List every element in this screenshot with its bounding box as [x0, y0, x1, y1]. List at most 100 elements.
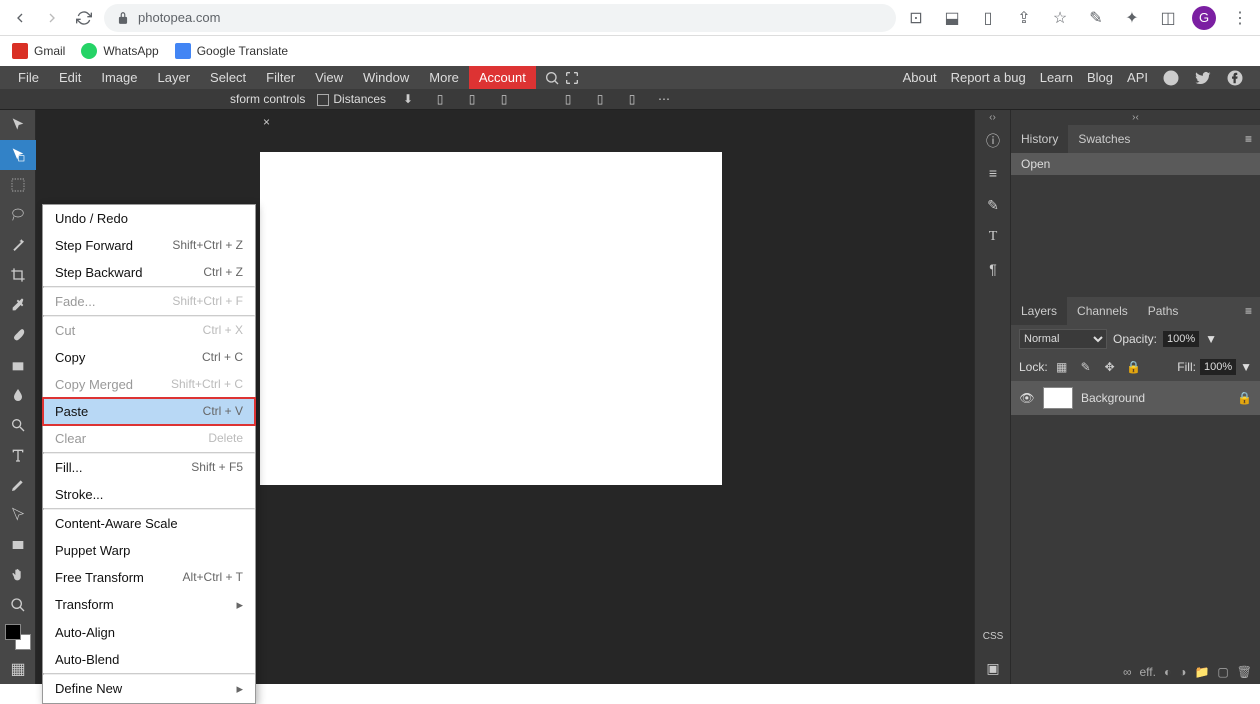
link-report-bug[interactable]: Report a bug: [951, 70, 1026, 85]
align-middle-icon[interactable]: ▯: [590, 89, 610, 109]
tab-layers[interactable]: Layers: [1011, 297, 1067, 325]
css-panel-icon[interactable]: CSS: [975, 620, 1011, 652]
image-panel-icon[interactable]: ▣: [975, 652, 1011, 684]
zoom-tool[interactable]: [0, 590, 36, 620]
align-center-h-icon[interactable]: ▯: [462, 89, 482, 109]
tab-channels[interactable]: Channels: [1067, 297, 1138, 325]
lasso-tool[interactable]: [0, 200, 36, 230]
edit-menu-auto-align[interactable]: Auto-Align: [43, 619, 255, 646]
edit-menu-free-transform[interactable]: Free TransformAlt+Ctrl + T: [43, 564, 255, 591]
bookmark-whatsapp[interactable]: WhatsApp: [81, 43, 158, 59]
layer-mask-icon[interactable]: ◐: [1164, 665, 1171, 679]
menu-dots-icon[interactable]: ⋮: [1228, 6, 1252, 30]
share-icon[interactable]: ⇪: [1012, 6, 1036, 30]
sidepanel-icon[interactable]: ◫: [1156, 6, 1180, 30]
brush-tool[interactable]: [0, 320, 36, 350]
close-tab-icon[interactable]: ×: [263, 115, 270, 129]
forward-button[interactable]: [40, 6, 64, 30]
history-panel-menu-icon[interactable]: ≡: [1237, 132, 1260, 146]
character-panel-icon[interactable]: T: [975, 221, 1011, 253]
eyedropper-ext-icon[interactable]: ✎: [1084, 6, 1108, 30]
align-right-icon[interactable]: ▯: [494, 89, 514, 109]
edit-menu-stroke-[interactable]: Stroke...: [43, 481, 255, 508]
pen-tool[interactable]: [0, 470, 36, 500]
bookmark-star-icon[interactable]: ☆: [1048, 6, 1072, 30]
edit-menu-step-backward[interactable]: Step BackwardCtrl + Z: [43, 259, 255, 286]
edit-menu-undo-redo[interactable]: Undo / Redo: [43, 205, 255, 232]
info-panel-icon[interactable]: ⓘ: [975, 125, 1011, 157]
move-tool[interactable]: [0, 110, 36, 140]
edit-menu-step-forward[interactable]: Step ForwardShift+Ctrl + Z: [43, 232, 255, 259]
menu-file[interactable]: File: [8, 66, 49, 89]
bookmark-gmail[interactable]: Gmail: [12, 43, 65, 59]
search-icon[interactable]: [542, 68, 562, 88]
edit-menu-paste[interactable]: PasteCtrl + V: [43, 398, 255, 425]
paragraph-panel-icon[interactable]: ¶: [975, 253, 1011, 285]
layer-name[interactable]: Background: [1081, 391, 1145, 405]
edit-menu-transform[interactable]: Transform: [43, 591, 255, 619]
new-folder-icon[interactable]: 📁: [1194, 665, 1209, 679]
menu-edit[interactable]: Edit: [49, 66, 91, 89]
collapse-left-icon[interactable]: ‹›: [989, 112, 996, 123]
lock-all-icon[interactable]: 🔒: [1124, 357, 1144, 377]
fg-color-swatch[interactable]: [5, 624, 21, 640]
facebook-icon[interactable]: [1226, 69, 1244, 87]
color-swatches[interactable]: [5, 624, 31, 650]
brush-panel-icon[interactable]: ✎: [975, 189, 1011, 221]
clone-tool[interactable]: [0, 350, 36, 380]
align-bottom-icon[interactable]: ▯: [622, 89, 642, 109]
shape-tool[interactable]: [0, 530, 36, 560]
quickmask-tool[interactable]: ▦: [0, 654, 36, 684]
edit-menu-puppet-warp[interactable]: Puppet Warp: [43, 537, 255, 564]
tab-paths[interactable]: Paths: [1138, 297, 1189, 325]
hand-tool[interactable]: [0, 560, 36, 590]
visibility-icon[interactable]: 👁: [1019, 391, 1035, 405]
type-tool[interactable]: [0, 440, 36, 470]
menu-image[interactable]: Image: [91, 66, 147, 89]
menu-layer[interactable]: Layer: [148, 66, 201, 89]
edit-menu-content-aware-scale[interactable]: Content-Aware Scale: [43, 510, 255, 537]
blend-mode-select[interactable]: Normal: [1019, 329, 1107, 349]
new-layer-icon[interactable]: ▢: [1217, 665, 1228, 679]
opacity-value[interactable]: 100%: [1163, 331, 1199, 347]
align-top-icon[interactable]: ▯: [558, 89, 578, 109]
menu-more[interactable]: More: [419, 66, 469, 89]
marquee-tool[interactable]: [0, 170, 36, 200]
fill-value[interactable]: 100%: [1200, 359, 1236, 375]
layer-effects-icon[interactable]: eff.: [1140, 665, 1156, 679]
dodge-tool[interactable]: [0, 410, 36, 440]
link-api[interactable]: API: [1127, 70, 1148, 85]
reload-button[interactable]: [72, 6, 96, 30]
artboard-tool[interactable]: [0, 140, 36, 170]
edit-menu-copy[interactable]: CopyCtrl + C: [43, 344, 255, 371]
lock-paint-icon[interactable]: ✎: [1076, 357, 1096, 377]
adjustments-panel-icon[interactable]: ≡: [975, 157, 1011, 189]
canvas[interactable]: [260, 152, 722, 485]
twitter-icon[interactable]: [1194, 69, 1212, 87]
menu-account[interactable]: Account: [469, 66, 536, 89]
download-icon[interactable]: ⬓: [940, 6, 964, 30]
menu-filter[interactable]: Filter: [256, 66, 305, 89]
link-learn[interactable]: Learn: [1040, 70, 1073, 85]
lock-move-icon[interactable]: ✥: [1100, 357, 1120, 377]
distribute-icon[interactable]: ⋯: [654, 89, 674, 109]
link-blog[interactable]: Blog: [1087, 70, 1113, 85]
align-download-icon[interactable]: ⬇: [398, 89, 418, 109]
reddit-icon[interactable]: [1162, 69, 1180, 87]
layer-thumbnail[interactable]: [1043, 387, 1073, 409]
profile-avatar[interactable]: G: [1192, 6, 1216, 30]
history-item[interactable]: Open: [1011, 153, 1260, 175]
menu-window[interactable]: Window: [353, 66, 419, 89]
fill-dropdown-icon[interactable]: ▼: [1240, 360, 1252, 374]
tab-swatches[interactable]: Swatches: [1068, 125, 1140, 153]
opacity-dropdown-icon[interactable]: ▼: [1205, 332, 1217, 346]
crop-tool[interactable]: [0, 260, 36, 290]
edit-menu-define-new[interactable]: Define New: [43, 675, 255, 703]
blur-tool[interactable]: [0, 380, 36, 410]
url-bar[interactable]: photopea.com: [104, 4, 896, 32]
align-left-icon[interactable]: ▯: [430, 89, 450, 109]
menu-select[interactable]: Select: [200, 66, 256, 89]
layers-panel-menu-icon[interactable]: ≡: [1237, 304, 1260, 318]
tab-history[interactable]: History: [1011, 125, 1068, 153]
eyedropper-tool[interactable]: [0, 290, 36, 320]
